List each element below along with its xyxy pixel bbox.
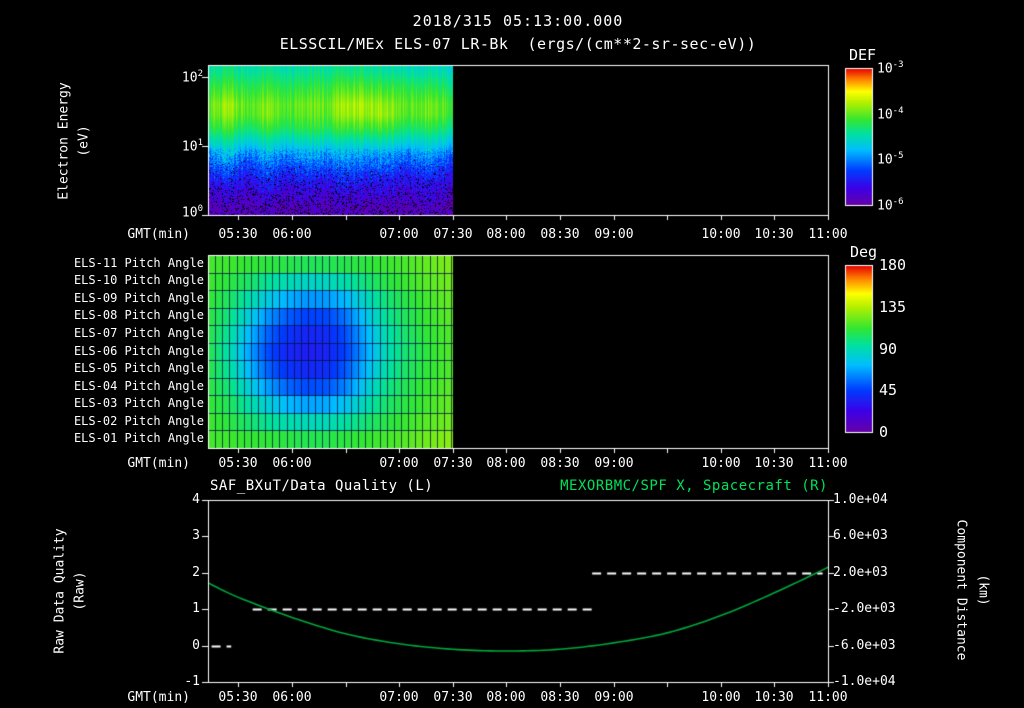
quality-axis-label: Raw Data Quality [52, 528, 68, 654]
x-tick-label-energy: 10:00 [701, 227, 741, 242]
x-tick-label-bottom: 08:30 [540, 690, 580, 705]
energy-y-tick-label: 100 [181, 204, 203, 221]
pitch-row-label: ELS-03 Pitch Angle [73, 396, 204, 410]
deg-colorbar-tick-label: 180 [879, 256, 907, 274]
energy-axis-units: (eV) [76, 125, 92, 157]
pitch-row-label: ELS-07 Pitch Angle [73, 326, 204, 340]
quality-y-tick-label: 2 [192, 565, 200, 580]
x-tick-label-pitch: 09:00 [594, 456, 634, 471]
bottom-title-right: MEXORBMC/SPF X, Spacecraft (R) [560, 478, 828, 494]
x-tick-label-energy: 11:00 [808, 227, 848, 242]
gmt-label-energy-panel: GMT(min) [127, 227, 190, 242]
x-tick-label-energy: 10:30 [754, 227, 794, 242]
def-colorbar-tick-label: 10-5 [877, 151, 904, 168]
distance-y-tick-label: 6.0e+03 [833, 528, 888, 543]
quality-axis-units: (Raw) [72, 571, 88, 611]
distance-axis-units: (km) [975, 574, 991, 606]
x-tick-label-pitch: 08:30 [540, 456, 580, 471]
distance-y-tick-label: -2.0e+03 [833, 601, 896, 616]
x-tick-label-energy: 07:30 [433, 227, 473, 242]
x-tick-label-bottom: 05:30 [218, 690, 258, 705]
energy-axis-label: Electron Energy [56, 82, 72, 200]
deg-colorbar-tick-label: 0 [879, 423, 889, 441]
els-spectrogram-screen: 2018/315 05:13:00.000 ELSSCIL/MEx ELS-07… [0, 0, 1024, 708]
x-tick-label-pitch: 10:00 [701, 456, 741, 471]
x-tick-label-pitch: 07:00 [379, 456, 419, 471]
pitch-row-label: ELS-02 Pitch Angle [73, 414, 204, 428]
x-tick-label-bottom: 11:00 [808, 690, 848, 705]
distance-y-tick-label: -6.0e+03 [833, 638, 896, 653]
x-tick-label-bottom: 07:30 [433, 690, 473, 705]
quality-y-tick-label: 1 [192, 601, 200, 616]
x-tick-label-bottom: 10:30 [754, 690, 794, 705]
x-tick-label-pitch: 10:30 [754, 456, 794, 471]
quality-y-tick-label: 3 [192, 528, 200, 543]
deg-colorbar-tick-label: 90 [879, 340, 898, 358]
pitch-row-label: ELS-10 Pitch Angle [73, 273, 204, 287]
deg-colorbar-tick-label: 135 [879, 298, 907, 316]
x-tick-label-pitch: 07:30 [433, 456, 473, 471]
x-tick-label-bottom: 07:00 [379, 690, 419, 705]
quality-y-tick-label: -1 [184, 674, 200, 689]
header-title: ELSSCIL/MEx ELS-07 LR-Bk (ergs/(cm**2-sr… [279, 35, 757, 53]
distance-y-tick-label: 1.0e+04 [833, 492, 888, 507]
distance-y-tick-label: -1.0e+04 [833, 674, 896, 689]
pitch-row-label: ELS-01 Pitch Angle [73, 431, 204, 445]
distance-axis-label: Component Distance [953, 519, 969, 661]
def-colorbar-tick-label: 10-3 [877, 60, 904, 77]
x-tick-label-energy: 09:00 [594, 227, 634, 242]
x-tick-label-pitch: 11:00 [808, 456, 848, 471]
quality-y-tick-label: 0 [192, 638, 200, 653]
x-tick-label-bottom: 10:00 [701, 690, 741, 705]
def-colorbar-tick-label: 10-6 [877, 197, 904, 214]
x-tick-label-pitch: 06:00 [272, 456, 312, 471]
pitch-row-label: ELS-04 Pitch Angle [73, 379, 204, 393]
x-tick-label-energy: 08:30 [540, 227, 580, 242]
x-tick-label-bottom: 09:00 [594, 690, 634, 705]
x-tick-label-energy: 07:00 [379, 227, 419, 242]
gmt-label-bottom-panel: GMT(min) [127, 690, 190, 705]
x-tick-label-energy: 05:30 [218, 227, 258, 242]
gmt-label-pitch-panel: GMT(min) [127, 456, 190, 471]
distance-y-tick-label: 2.0e+03 [833, 565, 888, 580]
def-colorbar-tick-label: 10-4 [877, 106, 904, 123]
energy-y-tick-label: 101 [181, 138, 203, 155]
x-tick-label-pitch: 05:30 [218, 456, 258, 471]
x-tick-label-energy: 06:00 [272, 227, 312, 242]
def-colorbar-title: DEF [849, 46, 877, 64]
deg-colorbar-tick-label: 45 [879, 381, 898, 399]
x-tick-label-bottom: 08:00 [486, 690, 526, 705]
header-timestamp: 2018/315 05:13:00.000 [412, 12, 624, 30]
deg-colorbar-title: Deg [850, 243, 878, 261]
x-tick-label-pitch: 08:00 [486, 456, 526, 471]
pitch-row-label: ELS-11 Pitch Angle [73, 256, 204, 270]
pitch-row-label: ELS-05 Pitch Angle [73, 361, 204, 375]
pitch-row-label: ELS-06 Pitch Angle [73, 344, 204, 358]
x-tick-label-bottom: 06:00 [272, 690, 312, 705]
pitch-row-label: ELS-08 Pitch Angle [73, 308, 204, 322]
quality-y-tick-label: 4 [192, 492, 200, 507]
energy-y-tick-label: 102 [181, 69, 203, 86]
pitch-row-label: ELS-09 Pitch Angle [73, 291, 204, 305]
x-tick-label-energy: 08:00 [486, 227, 526, 242]
